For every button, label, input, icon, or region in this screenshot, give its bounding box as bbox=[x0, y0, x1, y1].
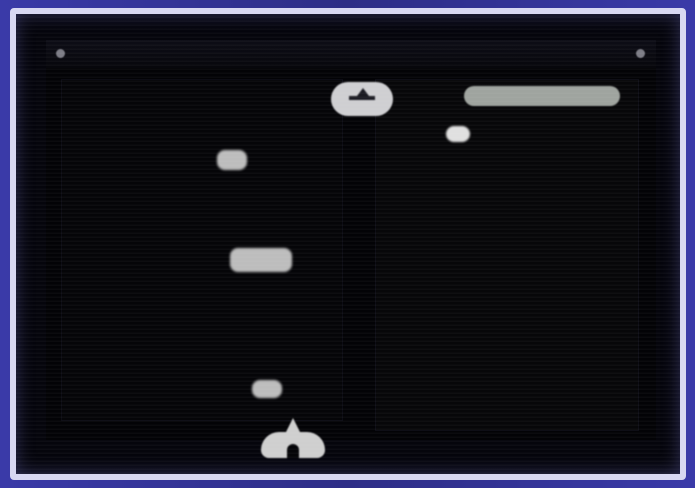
sprite-icon bbox=[252, 380, 282, 398]
screen bbox=[46, 40, 656, 458]
right-pane bbox=[376, 80, 638, 430]
sprite-icon bbox=[230, 248, 292, 272]
profile-badge-icon[interactable] bbox=[331, 82, 393, 116]
status-dot-icon bbox=[446, 126, 470, 142]
close-icon[interactable] bbox=[636, 49, 645, 58]
ship-notch bbox=[287, 444, 299, 458]
monitor-frame bbox=[0, 0, 695, 488]
left-pane bbox=[62, 80, 342, 420]
sprite-icon bbox=[217, 150, 247, 170]
triangle-icon bbox=[357, 88, 369, 96]
menu-icon[interactable] bbox=[56, 49, 65, 58]
bar-icon bbox=[349, 96, 375, 100]
monitor-bezel bbox=[10, 8, 686, 480]
ship-icon bbox=[261, 418, 325, 458]
header-button[interactable] bbox=[464, 86, 620, 106]
top-bar bbox=[46, 40, 656, 68]
